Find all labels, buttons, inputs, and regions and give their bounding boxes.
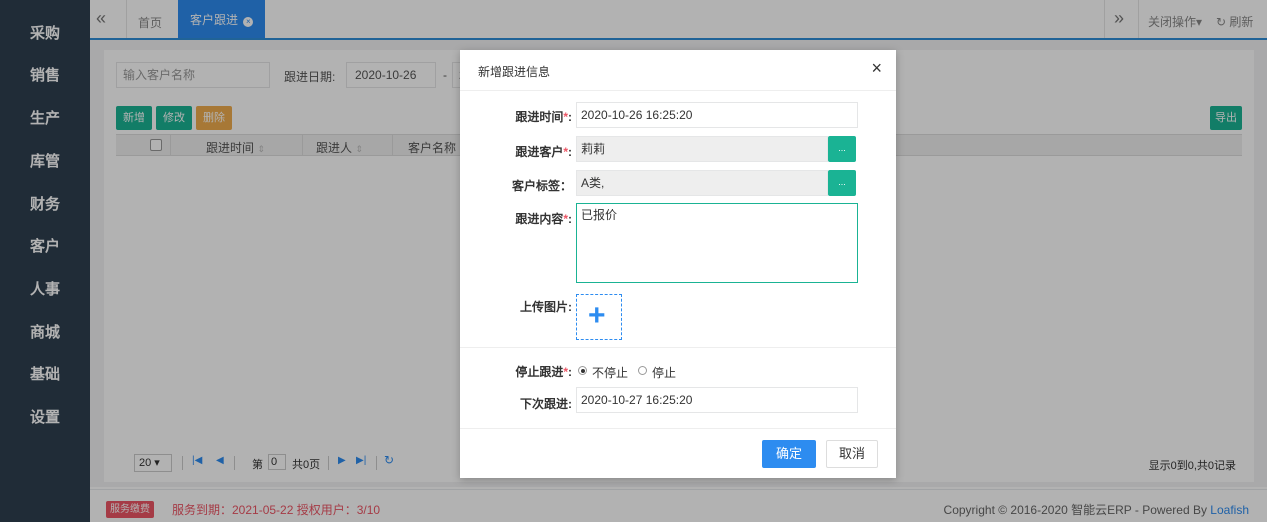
- divider: [460, 347, 896, 348]
- plus-icon: +: [588, 299, 606, 332]
- follow-time-label: 跟进时间*:: [515, 110, 572, 124]
- next-follow-label: 下次跟进:: [520, 397, 572, 411]
- stop-follow-label: 停止跟进*:: [515, 365, 572, 379]
- radio-not-stop[interactable]: [578, 366, 587, 375]
- next-follow-input[interactable]: 2020-10-27 16:25:20: [576, 387, 858, 413]
- follow-content-label: 跟进内容*:: [515, 212, 572, 226]
- cancel-button[interactable]: 取消: [826, 440, 878, 468]
- customer-tag-label: 客户标签：: [511, 179, 572, 193]
- divider: [460, 90, 896, 91]
- tag-picker-button[interactable]: ...: [828, 170, 856, 196]
- customer-picker-button[interactable]: ...: [828, 136, 856, 162]
- radio-stop-label[interactable]: 停止: [652, 364, 676, 381]
- follow-customer-input[interactable]: 莉莉: [576, 136, 828, 162]
- follow-time-input[interactable]: 2020-10-26 16:25:20: [576, 102, 858, 128]
- close-icon[interactable]: ×: [871, 59, 882, 77]
- radio-not-stop-label[interactable]: 不停止: [592, 364, 628, 381]
- upload-image-button[interactable]: +: [576, 294, 622, 340]
- add-follow-up-dialog: 新增跟进信息 × 跟进时间*: 2020-10-26 16:25:20 跟进客户…: [460, 50, 896, 478]
- upload-image-label: 上传图片:: [520, 300, 572, 314]
- customer-tag-input[interactable]: A类,: [576, 170, 828, 196]
- dialog-title: 新增跟进信息: [478, 65, 551, 79]
- divider: [460, 428, 896, 429]
- radio-stop[interactable]: [638, 366, 647, 375]
- follow-content-textarea[interactable]: 已报价: [576, 203, 858, 283]
- follow-customer-label: 跟进客户*:: [515, 145, 572, 159]
- confirm-button[interactable]: 确定: [762, 440, 816, 468]
